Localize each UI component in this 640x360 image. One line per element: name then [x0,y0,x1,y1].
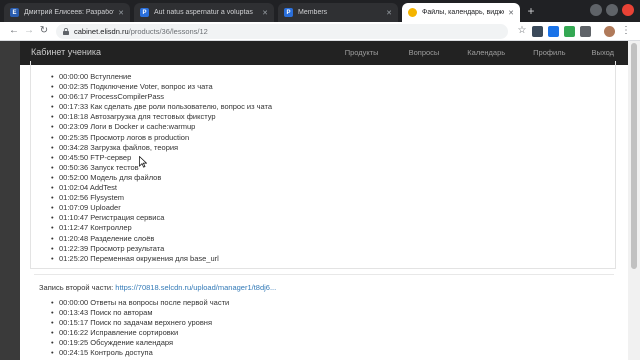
timecode-item: 00:34:28 Загрузка файлов, теория [59,143,272,153]
timecode-item: 00:23:09 Логи в Docker и cache:warmup [59,122,272,132]
extension-icon[interactable] [564,26,575,37]
scrollbar-thumb[interactable] [631,43,637,269]
forward-icon[interactable]: → [23,25,35,37]
avatar[interactable] [604,26,615,37]
part2-timecodes: 00:00:00 Ответы на вопросы после первой … [59,298,229,359]
tab-title: Members [298,9,328,16]
timecode-item: 00:16:22 Исправление сортировки [59,328,229,338]
tab-active[interactable]: Файлы, календарь, виджеты, пр ✕ [402,3,520,22]
timecode-item: 01:10:47 Регистрация сервиса [59,213,272,223]
address-path: /products/36/lessons/12 [128,27,208,36]
timecode-item: 00:24:15 Контроль доступа [59,348,229,358]
timecode-item: 01:22:39 Просмотр результата [59,244,272,254]
part2-link[interactable]: https://70818.selcdn.ru/upload/manager1/… [115,283,276,292]
timecode-item: 00:18:18 Автозагрузка для тестовых фикст… [59,112,272,122]
timecode-item: 01:07:09 Uploader [59,203,272,213]
browser-toolbar: ← → ↻ cabinet.elisdn.ru/products/36/less… [0,22,640,41]
tab-3[interactable]: P Members ✕ [278,3,398,22]
timecode-item: 01:02:04 AddTest [59,183,272,193]
address-host: cabinet.elisdn.ru [74,27,129,36]
close-window-button[interactable] [622,4,634,16]
extension-icon[interactable] [548,26,559,37]
timecode-item: 01:02:56 Flysystem [59,193,272,203]
close-tab-icon[interactable]: ✕ [508,9,514,17]
timecode-item: 00:25:35 Просмотр логов в production [59,133,272,143]
timecode-item: 01:12:47 Контроллер [59,223,272,233]
extension-icon[interactable] [532,26,543,37]
lesson-content: 00:00:00 Вступление00:02:35 Подключение … [20,61,628,360]
extension-icon[interactable] [580,26,591,37]
timecode-item: 00:13:43 Поиск по авторам [59,308,229,318]
timecode-item: 01:25:20 Переменная окружения для base_u… [59,254,272,264]
timecode-item: 00:52:00 Модель для файлов [59,173,272,183]
divider [34,274,614,275]
close-tab-icon[interactable]: ✕ [262,9,268,17]
tab-2[interactable]: P Aut natus aspernatur a voluptas ✕ [134,3,274,22]
timecode-item: 00:17:33 Как сделать две роли пользовате… [59,102,272,112]
kebab-menu-icon[interactable]: ⋮ [620,25,632,37]
close-tab-icon[interactable]: ✕ [118,9,124,17]
part1-timecodes: 00:00:00 Вступление00:02:35 Подключение … [59,72,272,264]
timecode-item: 00:45:50 FTP-сервер [59,153,272,163]
part2-record: Запись второй части: https://70818.selcd… [39,283,276,292]
lock-icon [63,28,69,35]
page-scrollbar[interactable] [628,41,640,360]
timecode-item: 00:15:17 Поиск по задачам верхнего уровн… [59,318,229,328]
timecode-item: 00:19:25 Обсуждение календаря [59,338,229,348]
maximize-button[interactable] [606,4,618,16]
reload-icon[interactable]: ↻ [38,25,50,37]
timecode-item: 00:02:35 Подключение Voter, вопрос из ча… [59,82,272,92]
site-brand[interactable]: Кабинет ученика [31,47,101,57]
tab-title: Файлы, календарь, виджеты, пр [422,9,504,16]
timecode-item: 00:50:36 Запуск тестов [59,163,272,173]
browser-tab-strip: E Дмитрий Елисеев: Разработка ✕ P Aut na… [0,0,640,22]
address-bar[interactable]: cabinet.elisdn.ru/products/36/lessons/12 [56,24,508,39]
tab-1[interactable]: E Дмитрий Елисеев: Разработка ✕ [4,3,130,22]
tab-favicon-icon [408,8,417,17]
tab-favicon-icon: E [10,8,19,17]
part2-label: Запись второй части: [39,283,114,292]
tab-favicon-icon: P [140,8,149,17]
back-icon[interactable]: ← [8,25,20,37]
timecode-item: 01:20:48 Разделение слоёв [59,234,272,244]
minimize-button[interactable] [590,4,602,16]
star-icon[interactable]: ☆ [516,25,528,37]
tab-favicon-icon: P [284,8,293,17]
tab-title: Дмитрий Елисеев: Разработка [24,9,115,16]
timecode-item: 00:00:00 Вступление [59,72,272,82]
mouse-cursor-icon [139,156,147,168]
close-tab-icon[interactable]: ✕ [386,9,392,17]
timecode-item: 00:00:00 Ответы на вопросы после первой … [59,298,229,308]
tab-title: Aut natus aspernatur a voluptas [154,9,253,16]
timecode-item: 00:06:17 ProcessCompilerPass [59,92,272,102]
new-tab-button[interactable]: + [524,4,538,18]
